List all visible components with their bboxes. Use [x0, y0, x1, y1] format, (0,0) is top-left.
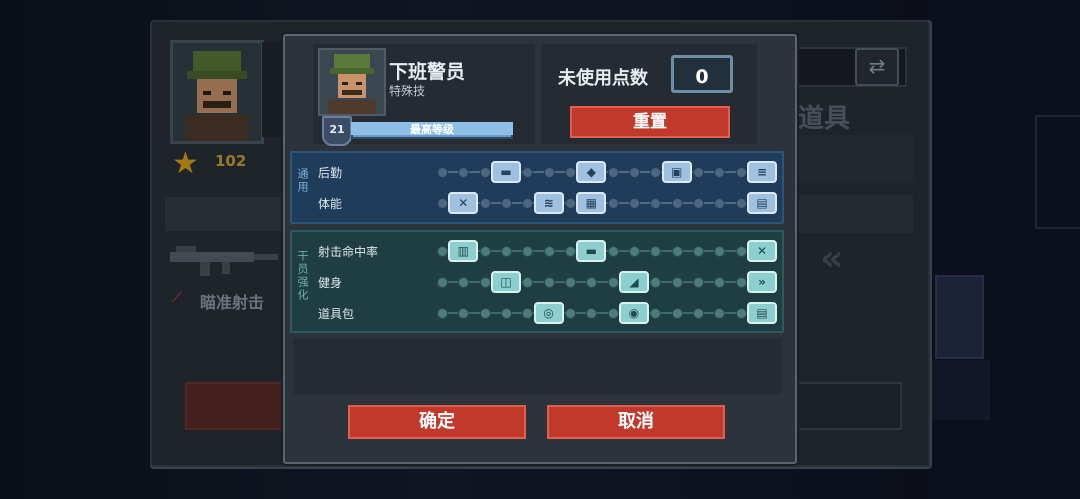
- skill-point-dot[interactable]: [671, 198, 683, 209]
- skill-point-dot[interactable]: [693, 167, 704, 178]
- character-name: 下班警员: [389, 61, 466, 83]
- skill-node-icon[interactable]: ◎: [533, 302, 564, 324]
- soldier-avatar-icon: [328, 54, 376, 114]
- skill-point-dot[interactable]: [479, 308, 491, 319]
- skill-point-dot[interactable]: [693, 246, 704, 257]
- skill-node-icon[interactable]: ◉: [619, 302, 649, 324]
- row-label-stamina: 体能: [318, 197, 343, 211]
- skill-point-dot[interactable]: [607, 167, 619, 178]
- skill-point-dot[interactable]: [565, 246, 576, 257]
- skill-point-dot[interactable]: [565, 308, 576, 319]
- skill-point-dot[interactable]: [629, 198, 640, 209]
- skill-point-dot[interactable]: [671, 277, 683, 288]
- skill-point-dot[interactable]: [437, 246, 448, 257]
- level-badge: 21: [322, 116, 352, 146]
- skill-point-dot[interactable]: [479, 167, 491, 178]
- skill-point-dot[interactable]: [735, 198, 747, 209]
- skill-node-icon[interactable]: ≋: [533, 192, 564, 214]
- skill-point-dot[interactable]: [629, 246, 640, 257]
- skill-node-icon[interactable]: ▦: [576, 192, 607, 214]
- skill-point-dot[interactable]: [501, 198, 512, 209]
- skill-point-dot[interactable]: [607, 246, 619, 257]
- skill-point-dot[interactable]: [735, 277, 747, 288]
- unused-points-value: 0: [671, 55, 733, 93]
- skill-node-icon[interactable]: ▬: [576, 240, 607, 262]
- skill-point-dot[interactable]: [735, 308, 747, 319]
- skill-point-dot[interactable]: [693, 308, 704, 319]
- skill-point-dot[interactable]: [543, 277, 555, 288]
- cancel-button[interactable]: 取消: [547, 405, 725, 439]
- skill-point-dot[interactable]: [437, 167, 448, 178]
- character-subtitle: 特殊技: [389, 84, 426, 98]
- row-label-item-bag: 道具包: [318, 307, 355, 321]
- skill-node-icon[interactable]: ◆: [576, 161, 607, 183]
- skill-node-icon[interactable]: ▤: [747, 302, 777, 324]
- skill-point-dot[interactable]: [437, 198, 448, 209]
- skill-point-dot[interactable]: [693, 198, 704, 209]
- skill-point-dot[interactable]: [607, 198, 619, 209]
- row-label-accuracy: 射击命中率: [318, 245, 379, 259]
- skill-node-icon[interactable]: ✕: [448, 192, 479, 214]
- skill-point-dot[interactable]: [479, 246, 491, 257]
- skill-point-dot[interactable]: [437, 277, 448, 288]
- skill-point-dot[interactable]: [479, 198, 491, 209]
- skill-point-dot[interactable]: [565, 167, 576, 178]
- skill-node-icon[interactable]: ▣: [661, 161, 692, 183]
- section-operator-enhance-label: 干员强化: [296, 250, 309, 302]
- unused-points-label: 未使用点数: [558, 68, 648, 89]
- background-shelf: [935, 275, 984, 359]
- skill-point-dot[interactable]: [607, 277, 619, 288]
- background-room: [930, 0, 1080, 499]
- skill-point-dot[interactable]: [671, 308, 683, 319]
- skill-point-dot[interactable]: [693, 277, 704, 288]
- skill-point-dot[interactable]: [437, 308, 448, 319]
- skill-point-dot[interactable]: [629, 167, 640, 178]
- row-label-logistics: 后勤: [318, 166, 343, 180]
- skill-point-dot[interactable]: [735, 167, 747, 178]
- skill-point-dot[interactable]: [735, 246, 747, 257]
- row-label-fitness: 健身: [318, 276, 343, 290]
- skill-node-icon[interactable]: ▥: [448, 240, 479, 262]
- skill-node-icon[interactable]: »: [747, 271, 777, 293]
- skill-node-icon[interactable]: ◫: [491, 271, 521, 293]
- skill-point-dot[interactable]: [543, 246, 555, 257]
- skill-point-dot[interactable]: [543, 167, 555, 178]
- confirm-button[interactable]: 确定: [348, 405, 526, 439]
- skill-node-icon[interactable]: ◢: [619, 271, 649, 293]
- skill-point-dot[interactable]: [501, 246, 512, 257]
- skill-point-dot[interactable]: [479, 277, 491, 288]
- skill-node-icon[interactable]: ▤: [747, 192, 777, 214]
- dialog-portrait: [318, 48, 386, 116]
- section-general-label: 通用: [296, 168, 309, 194]
- skill-point-dot[interactable]: [501, 308, 512, 319]
- background-window: [1035, 115, 1080, 229]
- description-area: [293, 338, 782, 394]
- background-furniture: [930, 360, 990, 420]
- reset-button[interactable]: 重置: [570, 106, 730, 138]
- skill-point-dot[interactable]: [565, 277, 576, 288]
- skill-node-icon[interactable]: ▬: [491, 161, 521, 183]
- skill-node-icon[interactable]: ≡: [747, 161, 777, 183]
- skill-point-dot[interactable]: [607, 308, 619, 319]
- skill-node-icon[interactable]: ✕: [747, 240, 777, 262]
- level-status-text: 最高等级: [410, 123, 454, 136]
- skill-point-dot[interactable]: [671, 246, 683, 257]
- skill-point-dot[interactable]: [565, 198, 576, 209]
